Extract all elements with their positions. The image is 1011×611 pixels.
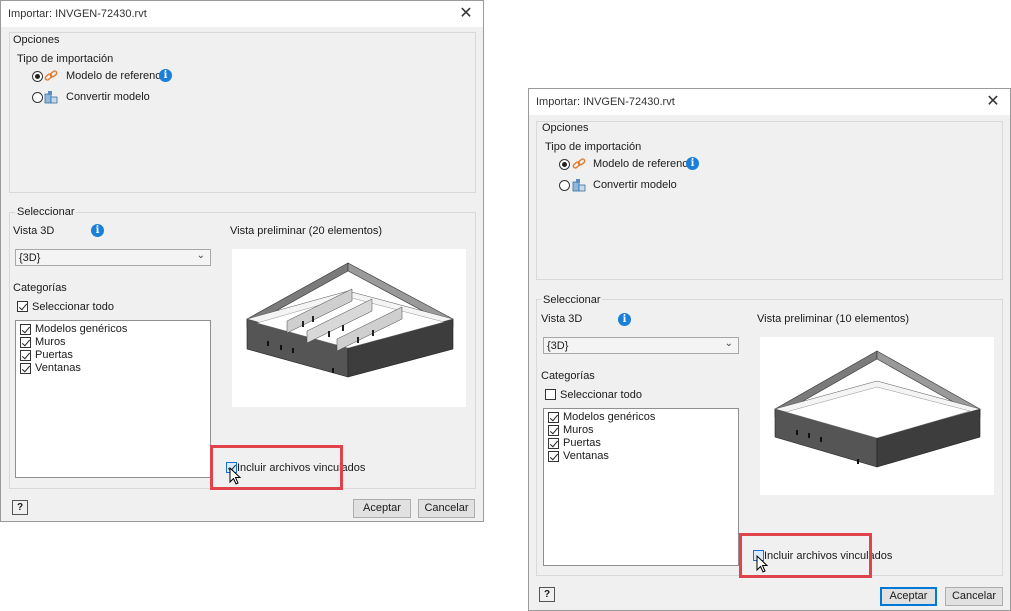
cancel-button[interactable]: Cancelar — [945, 587, 1003, 606]
view3d-select[interactable]: {3D} ⌄ — [15, 249, 211, 266]
info-icon[interactable]: i — [686, 157, 699, 170]
model-preview — [232, 249, 466, 407]
title-bar: Importar: INVGEN-72430.rvt ✕ — [1, 1, 483, 27]
categories-list[interactable]: Modelos genéricos Muros Puertas Ventanas — [543, 408, 739, 566]
view3d-label: Vista 3D — [13, 225, 55, 237]
view3d-select[interactable]: {3D} ⌄ — [543, 337, 739, 354]
convert-model-icon — [572, 179, 586, 192]
category-label: Modelos genéricos — [35, 323, 128, 335]
radio-reference-model[interactable] — [559, 159, 570, 170]
category-checkbox[interactable] — [548, 425, 559, 436]
info-icon[interactable]: i — [91, 224, 104, 237]
preview-label: Vista preliminar (20 elementos) — [230, 225, 383, 237]
preview-model-image — [774, 350, 981, 468]
category-checkbox[interactable] — [20, 350, 31, 361]
category-checkbox[interactable] — [548, 412, 559, 423]
category-checkbox[interactable] — [548, 438, 559, 449]
category-checkbox[interactable] — [20, 324, 31, 335]
highlight-box — [739, 533, 872, 578]
select-all-label[interactable]: Seleccionar todo — [32, 301, 114, 313]
convert-model-label[interactable]: Convertir modelo — [66, 91, 150, 103]
options-label: Opciones — [542, 122, 589, 134]
category-checkbox[interactable] — [548, 451, 559, 462]
radio-reference-model[interactable] — [32, 71, 43, 82]
select-label: Seleccionar — [15, 206, 77, 218]
reference-model-label[interactable]: Modelo de referencia — [593, 158, 696, 170]
chevron-down-icon: ⌄ — [196, 250, 205, 261]
info-icon[interactable]: i — [159, 69, 172, 82]
categories-label: Categorías — [541, 370, 595, 382]
categories-list[interactable]: Modelos genéricos Muros Puertas Ventanas — [15, 320, 211, 478]
accept-button[interactable]: Aceptar — [353, 499, 411, 518]
reference-model-label[interactable]: Modelo de referencia — [66, 70, 169, 82]
category-label: Modelos genéricos — [563, 411, 656, 423]
help-icon[interactable]: ? — [539, 587, 555, 602]
preview-label: Vista preliminar (10 elementos) — [757, 313, 910, 325]
info-icon[interactable]: i — [618, 313, 631, 326]
highlight-box — [210, 445, 343, 490]
convert-model-icon — [44, 91, 58, 104]
category-label: Ventanas — [35, 362, 81, 374]
category-checkbox[interactable] — [20, 363, 31, 374]
link-chain-icon — [44, 70, 58, 81]
radio-convert-model[interactable] — [32, 92, 43, 103]
select-all-checkbox[interactable] — [17, 301, 28, 312]
select-all-checkbox[interactable] — [545, 389, 556, 400]
dialog-title: Importar: INVGEN-72430.rvt — [536, 96, 675, 108]
category-label: Muros — [563, 424, 594, 436]
category-label: Puertas — [563, 437, 601, 449]
category-label: Ventanas — [563, 450, 609, 462]
view3d-value: {3D} — [547, 340, 569, 352]
convert-model-label[interactable]: Convertir modelo — [593, 179, 677, 191]
import-type-label: Tipo de importación — [545, 141, 642, 153]
close-icon[interactable]: ✕ — [457, 4, 475, 22]
title-bar: Importar: INVGEN-72430.rvt ✕ — [529, 89, 1010, 115]
help-icon[interactable]: ? — [12, 500, 28, 515]
categories-label: Categorías — [13, 282, 67, 294]
link-chain-icon — [572, 158, 586, 169]
select-all-label[interactable]: Seleccionar todo — [560, 389, 642, 401]
cancel-button[interactable]: Cancelar — [418, 499, 475, 518]
import-type-label: Tipo de importación — [17, 53, 114, 65]
model-preview — [760, 337, 994, 495]
radio-convert-model[interactable] — [559, 180, 570, 191]
options-label: Opciones — [13, 34, 60, 46]
close-icon[interactable]: ✕ — [984, 92, 1002, 110]
category-label: Puertas — [35, 349, 73, 361]
accept-button[interactable]: Aceptar — [880, 587, 937, 606]
preview-model-image — [246, 262, 454, 378]
import-dialog-left: Importar: INVGEN-72430.rvt ✕ Opciones Ti… — [0, 0, 484, 522]
view3d-value: {3D} — [19, 252, 41, 264]
category-label: Muros — [35, 336, 66, 348]
chevron-down-icon: ⌄ — [724, 338, 733, 349]
category-checkbox[interactable] — [20, 337, 31, 348]
dialog-title: Importar: INVGEN-72430.rvt — [8, 8, 147, 20]
select-label: Seleccionar — [541, 294, 603, 306]
view3d-label: Vista 3D — [541, 313, 583, 325]
